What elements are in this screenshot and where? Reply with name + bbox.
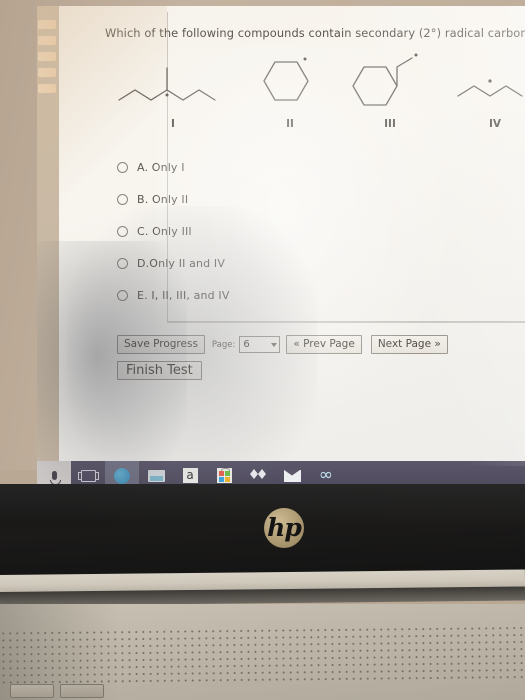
molecule-III: III [350, 50, 430, 130]
laptop-photo: Which of the following compounds contain… [0, 0, 525, 700]
chevron-down-icon [271, 342, 278, 347]
option-D[interactable]: D.Only II and IV [117, 247, 417, 279]
left-window-sliver [37, 6, 59, 461]
infinity-glyph: ∞ [318, 465, 334, 485]
laptop-screen: Which of the following compounds contain… [37, 6, 525, 490]
radio-button-D[interactable] [117, 257, 128, 269]
keyboard-key [60, 684, 104, 698]
finish-test-button[interactable]: Finish Test [117, 361, 202, 380]
prev-page-button[interactable]: « Prev Page [286, 335, 362, 354]
bezel-sheen [0, 484, 525, 524]
radio-button-B[interactable] [117, 193, 128, 205]
hp-logo-text: hp [267, 512, 302, 542]
radio-button-C[interactable] [117, 225, 128, 237]
option-label-D: D.Only II and IV [137, 256, 226, 270]
option-A[interactable]: A. Only I [117, 151, 417, 183]
laptop-bezel: hp [0, 484, 525, 580]
save-progress-button[interactable]: Save Progress [117, 335, 205, 354]
keyboard-key [10, 684, 54, 698]
hp-logo: hp [264, 508, 304, 548]
molecule-row: I II III IV [105, 50, 525, 130]
finish-test-wrap: Finish Test [117, 361, 202, 380]
test-content-card: Which of the following compounds contain… [59, 6, 525, 462]
molecule-label-I: I [171, 118, 175, 130]
radio-button-A[interactable] [117, 161, 128, 173]
nav-divider [167, 322, 525, 323]
molecule-I: I [113, 50, 233, 130]
option-label-A: A. Only I [137, 160, 185, 174]
molecule-label-III: III [384, 118, 396, 130]
next-page-button[interactable]: Next Page » [370, 335, 448, 354]
option-E[interactable]: E. I, II, III, and IV [117, 279, 417, 311]
page-label: Page: [211, 339, 236, 350]
option-label-C: C. Only III [137, 224, 192, 238]
molecule-IV: IV [450, 50, 525, 130]
question-text: Which of the following compounds contain… [105, 26, 525, 40]
option-C[interactable]: C. Only III [117, 215, 417, 247]
molecule-II: II [255, 50, 325, 130]
option-label-E: E. I, II, III, and IV [137, 288, 230, 302]
option-B[interactable]: B. Only II [117, 183, 417, 215]
page-select-value: 6 [243, 339, 250, 350]
molecule-label-IV: IV [488, 118, 502, 130]
radio-button-E[interactable] [117, 289, 128, 301]
laptop-keyboard-deck [0, 604, 525, 700]
page-select[interactable]: 6 [239, 336, 281, 353]
speaker-grille [0, 624, 525, 688]
answer-options: A. Only I B. Only II C. Only III D.Only … [117, 151, 417, 311]
molecule-label-II: II [286, 118, 294, 130]
navigation-bar: Save Progress Page: 6 « Prev Page Next P… [117, 335, 448, 354]
amazon-glyph: a [182, 468, 198, 483]
option-label-B: B. Only II [137, 192, 189, 206]
